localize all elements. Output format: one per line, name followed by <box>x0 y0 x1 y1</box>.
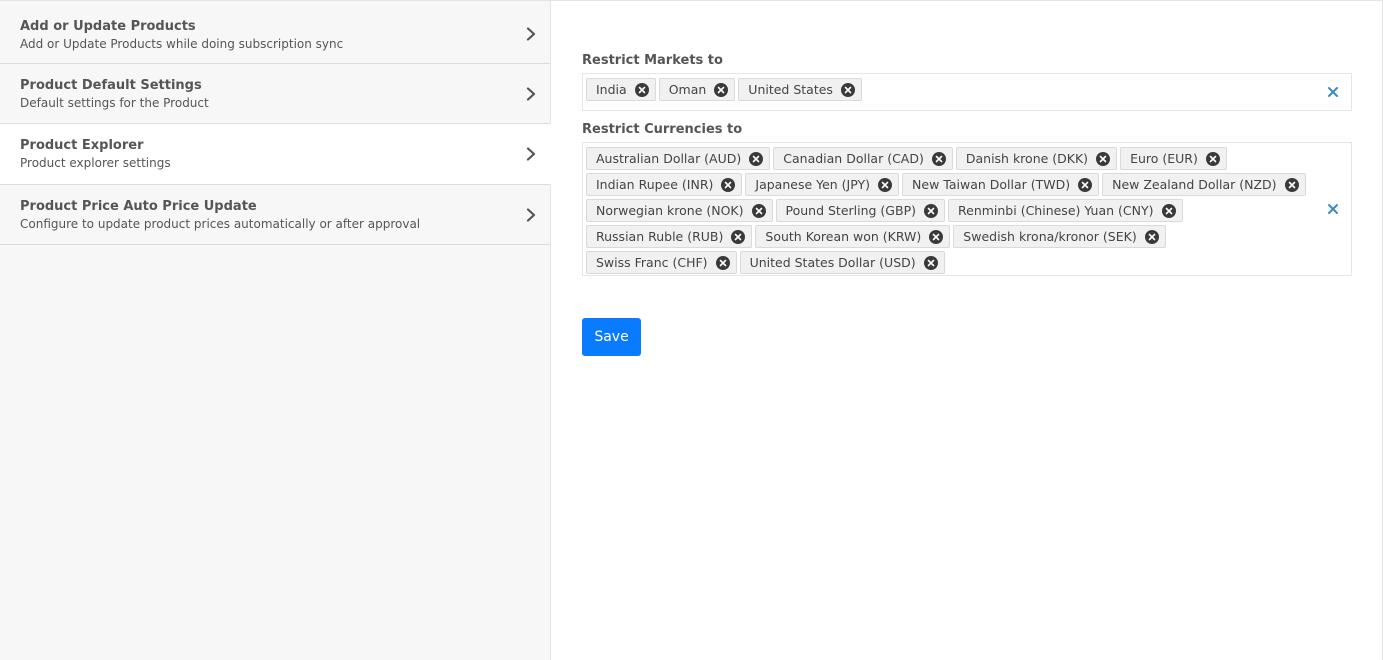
selected-tag: New Taiwan Dollar (TWD) <box>902 173 1100 196</box>
sidebar-item-product-default-settings[interactable]: Product Default Settings Default setting… <box>0 64 550 124</box>
selected-tag: Swedish krona/kronor (SEK) <box>953 225 1166 248</box>
tag-label: India <box>596 82 627 97</box>
tag-label: Norwegian krone (NOK) <box>596 203 744 218</box>
chevron-right-icon <box>526 86 536 101</box>
tag-label: South Korean won (KRW) <box>765 229 922 244</box>
selected-tag: Australian Dollar (AUD) <box>586 147 771 170</box>
selected-tag: Canadian Dollar (CAD) <box>773 147 953 170</box>
tag-label: Pound Sterling (GBP) <box>785 203 917 218</box>
selected-tag: South Korean won (KRW) <box>755 225 951 248</box>
sidebar-item-subtitle: Product explorer settings <box>20 156 171 170</box>
remove-tag-icon[interactable] <box>749 151 764 166</box>
remove-tag-icon[interactable] <box>1144 229 1159 244</box>
selected-tag: Indian Rupee (INR) <box>586 173 743 196</box>
remove-tag-icon[interactable] <box>721 177 736 192</box>
sidebar-item-add-update-products[interactable]: Add or Update Products Add or Update Pro… <box>0 0 550 64</box>
tag-label: Japanese Yen (JPY) <box>755 177 871 192</box>
remove-tag-icon[interactable] <box>731 229 746 244</box>
remove-tag-icon[interactable] <box>1078 177 1093 192</box>
tag-label: New Taiwan Dollar (TWD) <box>912 177 1071 192</box>
markets-multiselect[interactable]: India Oman United States <box>582 73 1352 111</box>
remove-tag-icon[interactable] <box>634 82 649 97</box>
remove-tag-icon[interactable] <box>1205 151 1220 166</box>
settings-sidebar: Add or Update Products Add or Update Pro… <box>0 0 551 660</box>
sidebar-item-title: Product Price Auto Price Update <box>20 199 257 214</box>
sidebar-item-subtitle: Default settings for the Product <box>20 96 209 110</box>
remove-tag-icon[interactable] <box>1161 203 1176 218</box>
remove-tag-icon[interactable] <box>1096 151 1111 166</box>
remove-tag-icon[interactable] <box>714 82 729 97</box>
currencies-multiselect[interactable]: Australian Dollar (AUD) Canadian Dollar (… <box>582 142 1352 276</box>
tag-label: Swedish krona/kronor (SEK) <box>963 229 1137 244</box>
selected-tag: New Zealand Dollar (NZD) <box>1102 173 1306 196</box>
remove-tag-icon[interactable] <box>715 255 730 270</box>
tag-label: New Zealand Dollar (NZD) <box>1112 177 1277 192</box>
selected-tag: United States Dollar (USD) <box>739 251 945 274</box>
remove-tag-icon[interactable] <box>923 255 938 270</box>
remove-tag-icon[interactable] <box>1284 177 1299 192</box>
app-root: Add or Update Products Add or Update Pro… <box>0 0 1383 660</box>
tag-label: United States Dollar (USD) <box>749 255 916 270</box>
sidebar-item-title: Add or Update Products <box>20 19 196 34</box>
remove-tag-icon[interactable] <box>751 203 766 218</box>
sidebar-item-product-price-auto-update[interactable]: Product Price Auto Price Update Configur… <box>0 185 550 245</box>
tag-label: Russian Ruble (RUB) <box>596 229 724 244</box>
currencies-label: Restrict Currencies to <box>582 122 743 137</box>
tag-label: Swiss Franc (CHF) <box>596 255 708 270</box>
selected-tag: Oman <box>658 78 736 101</box>
remove-tag-icon[interactable] <box>931 151 946 166</box>
selected-tag: Danish krone (DKK) <box>955 147 1118 170</box>
sidebar-item-product-explorer[interactable]: Product Explorer Product explorer settin… <box>0 124 551 185</box>
chevron-right-icon <box>526 147 536 161</box>
tag-label: Oman <box>668 82 707 97</box>
tag-label: Danish krone (DKK) <box>965 151 1089 166</box>
tag-label: Euro (EUR) <box>1130 151 1198 166</box>
tag-label: United States <box>748 82 833 97</box>
settings-main-panel: Restrict Markets to India Oman United Stat… <box>551 0 1383 660</box>
sidebar-item-subtitle: Configure to update product prices autom… <box>20 217 421 231</box>
remove-tag-icon[interactable] <box>924 203 938 218</box>
selected-tag: Renminbi (Chinese) Yuan (CNY) <box>948 199 1183 222</box>
clear-currencies-icon[interactable] <box>1327 203 1339 215</box>
remove-tag-icon[interactable] <box>878 177 893 192</box>
tag-label: Australian Dollar (AUD) <box>596 151 742 166</box>
save-button[interactable]: Save <box>582 318 641 356</box>
selected-tag: Swiss Franc (CHF) <box>586 251 737 274</box>
selected-tag: Pound Sterling (GBP) <box>775 199 945 222</box>
markets-label: Restrict Markets to <box>582 53 723 68</box>
selected-tag: United States <box>738 78 862 101</box>
remove-tag-icon[interactable] <box>840 82 855 97</box>
selected-tag: Norwegian krone (NOK) <box>586 199 773 222</box>
sidebar-item-title: Product Default Settings <box>20 78 202 93</box>
selected-tag: Japanese Yen (JPY) <box>745 173 900 196</box>
tag-label: Canadian Dollar (CAD) <box>783 151 924 166</box>
sidebar-item-title: Product Explorer <box>20 138 144 153</box>
tag-label: Renminbi (Chinese) Yuan (CNY) <box>958 203 1154 218</box>
remove-tag-icon[interactable] <box>929 229 944 244</box>
selected-tag: Russian Ruble (RUB) <box>586 225 753 248</box>
tag-label: Indian Rupee (INR) <box>596 177 714 192</box>
selected-tag: Euro (EUR) <box>1120 147 1227 170</box>
clear-markets-icon[interactable] <box>1327 86 1339 98</box>
sidebar-item-subtitle: Add or Update Products while doing subsc… <box>20 37 344 51</box>
selected-tag: India <box>586 78 656 101</box>
chevron-right-icon <box>526 27 536 41</box>
chevron-right-icon <box>526 207 536 222</box>
